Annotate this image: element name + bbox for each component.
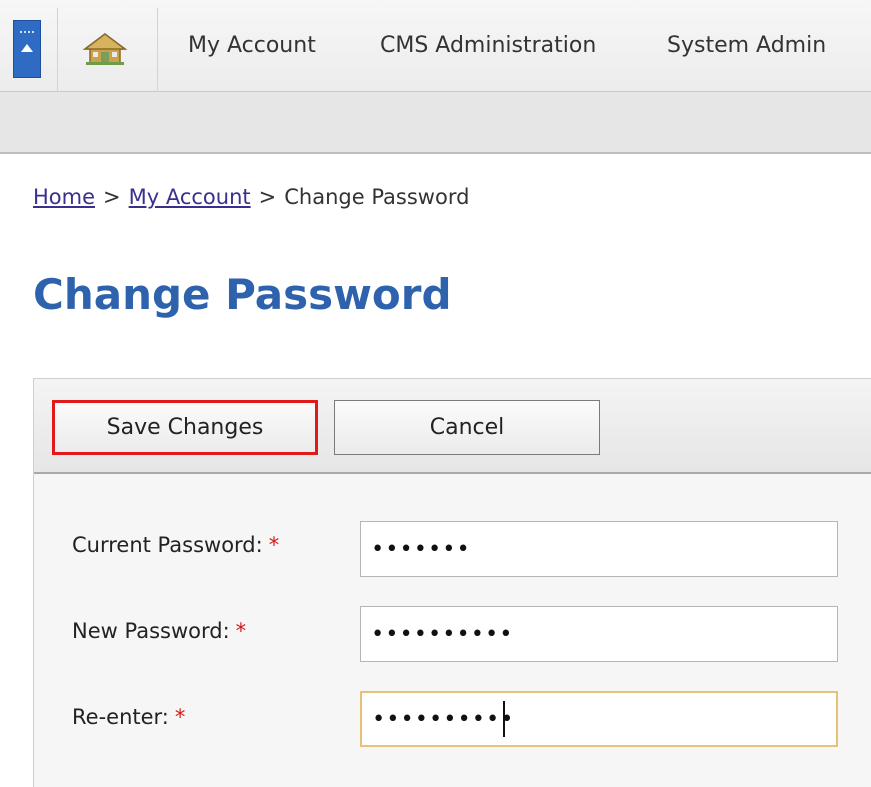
nav-divider: [157, 8, 158, 92]
new-password-field[interactable]: [360, 606, 838, 662]
save-changes-button[interactable]: Save Changes: [52, 400, 318, 455]
breadcrumb-current: Change Password: [284, 185, 470, 209]
current-password-label: Current Password: *: [72, 533, 280, 557]
cancel-button[interactable]: Cancel: [334, 400, 600, 455]
reenter-password-field[interactable]: [360, 691, 838, 747]
required-marker: *: [174, 705, 186, 729]
home-button[interactable]: [60, 10, 156, 90]
page-title: Change Password: [33, 270, 452, 319]
nav-item-system-admin[interactable]: System Admin: [667, 33, 826, 58]
breadcrumb-separator: >: [103, 185, 121, 209]
breadcrumb-home-link[interactable]: Home: [33, 185, 95, 209]
change-password-panel: Save Changes Cancel Current Password:* N…: [33, 378, 871, 787]
nav-divider: [57, 8, 58, 92]
reenter-password-label: Re-enter: *: [72, 705, 186, 729]
required-marker: *: [268, 533, 280, 557]
new-password-label: New Password: *: [72, 619, 247, 643]
nav-item-cms-administration[interactable]: CMS Administration: [380, 33, 596, 58]
home-icon: [82, 33, 128, 65]
top-navigation-bar: My Account CMS Administration System Adm…: [0, 0, 871, 92]
breadcrumb-separator: >: [258, 185, 277, 209]
nav-item-my-account[interactable]: My Account: [188, 33, 316, 58]
sub-navigation-bar: [0, 92, 871, 154]
current-password-field[interactable]: [360, 521, 838, 577]
breadcrumb-my-account-link[interactable]: My Account: [129, 185, 251, 209]
breadcrumb: Home > My Account > Change Password: [33, 185, 469, 209]
form-toolbar: Save Changes Cancel: [34, 379, 871, 474]
required-marker: *: [235, 619, 247, 643]
text-caret: [503, 701, 505, 737]
collapse-up-icon[interactable]: [13, 20, 41, 78]
